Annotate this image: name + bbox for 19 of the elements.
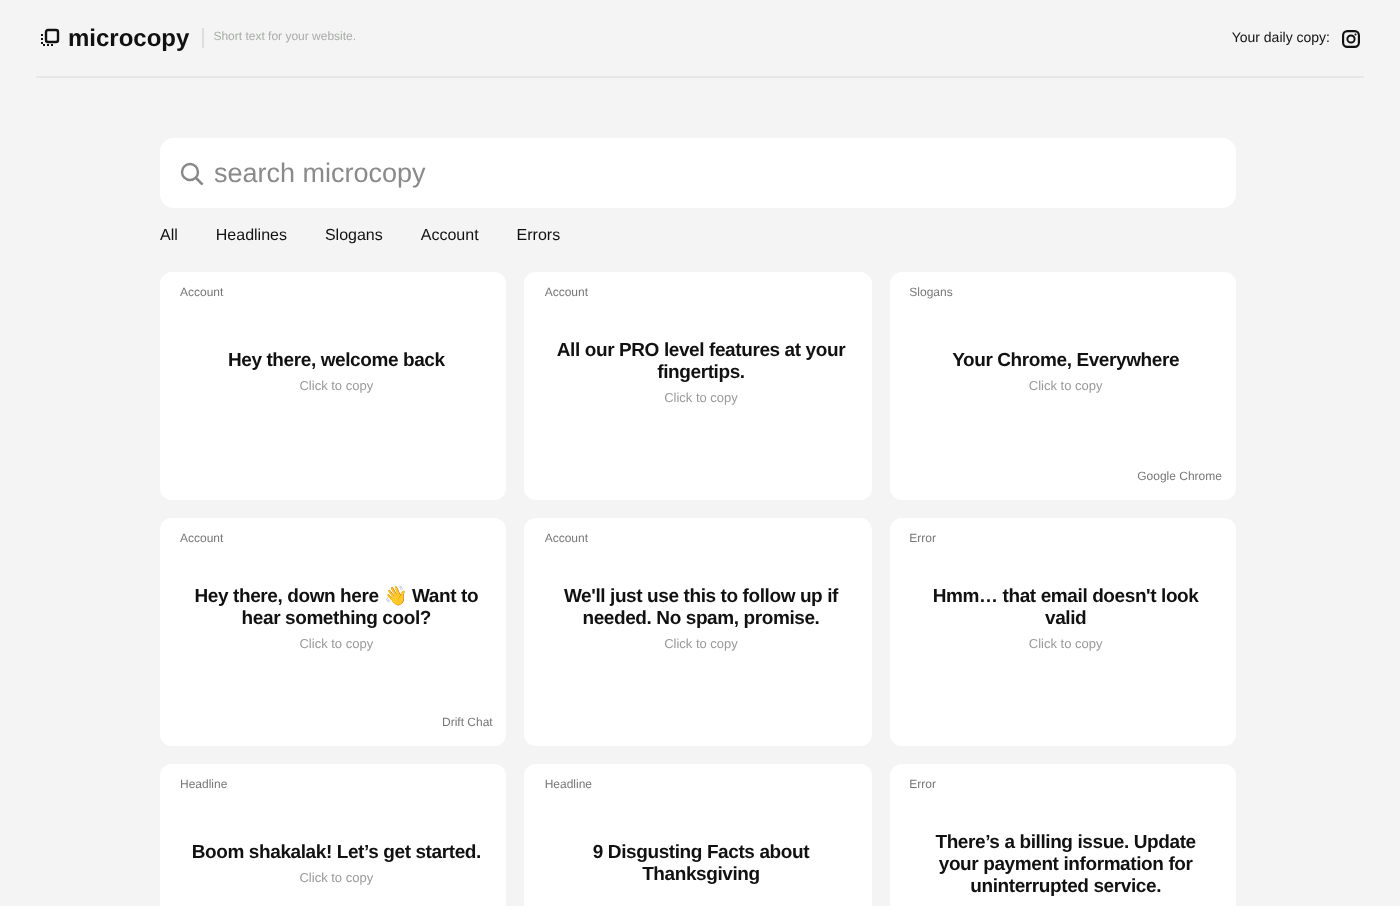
copy-text: Hmm… that email doesn't look valid <box>930 585 1201 629</box>
copy-text: Hey there, welcome back <box>227 350 445 372</box>
copy-text: 9 Disgusting Facts about Thanksgiving <box>590 842 812 886</box>
filter-tab[interactable]: Headlines <box>215 222 287 248</box>
filter-tab[interactable]: All <box>160 222 178 248</box>
copy-text: There’s a billing issue. Update your payment information for uninterrupted service. <box>933 831 1198 897</box>
instagram-icon[interactable] <box>1342 29 1360 47</box>
copy-text: Boom shakalak! Let’s get started. <box>191 842 481 864</box>
filter-tab[interactable]: Account <box>420 222 479 248</box>
copy-text: All our PRO level features at your fingertips. <box>554 339 848 383</box>
filter-tab[interactable]: Slogans <box>324 222 383 248</box>
copy-text: We'll just use this to follow up if needed. No spam, promise. <box>561 585 841 629</box>
logo-link[interactable]: microcopy <box>40 24 190 52</box>
search-field[interactable]: search microcopy <box>160 138 1236 208</box>
logo-icon <box>40 28 60 48</box>
search-icon <box>180 161 204 185</box>
copy-text: Hey there, down here 👋 Want to hear something cool? <box>192 585 481 629</box>
copy-text: Your Chrome, Everywhere <box>952 350 1180 372</box>
filter-tab[interactable]: Errors <box>516 222 561 248</box>
